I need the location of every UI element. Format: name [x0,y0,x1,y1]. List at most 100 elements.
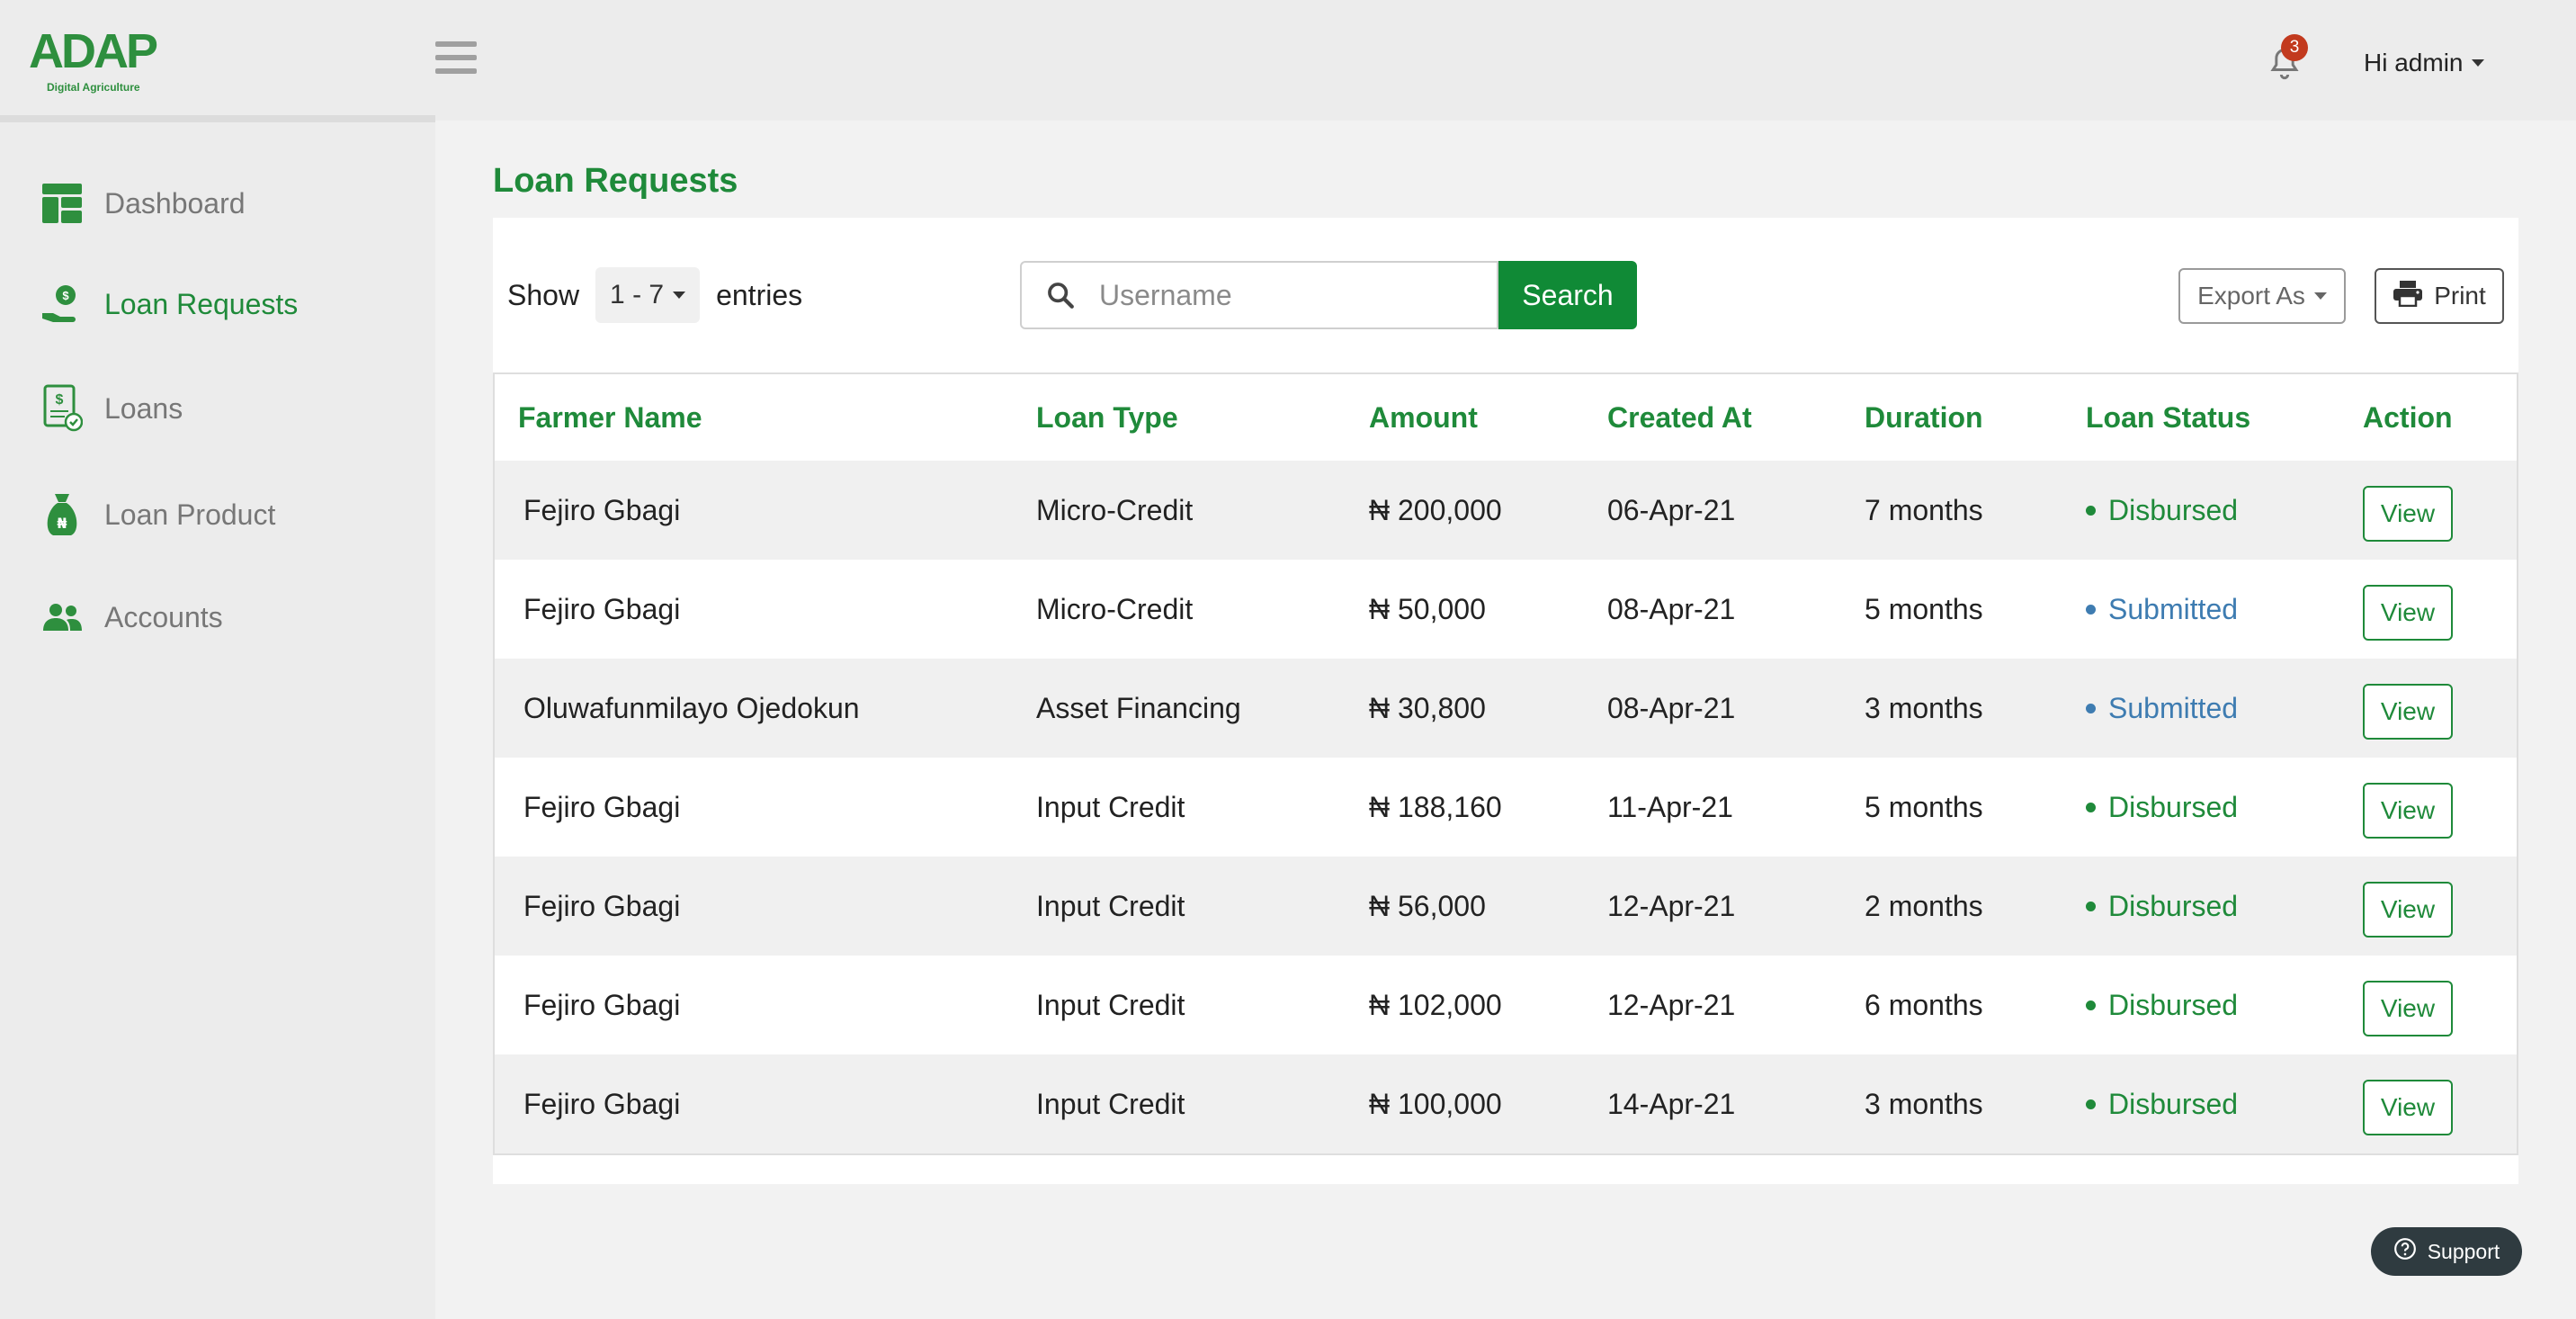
top-header: ADAP Digital Agriculture [0,0,2576,121]
users-icon [40,595,85,640]
column-header-farmer-name[interactable]: Farmer Name [495,374,1013,461]
duration-cell: 6 months [1865,988,1983,1021]
sidebar-item-label: Loans [104,391,183,425]
view-button[interactable]: View [2363,486,2453,542]
svg-text:$: $ [56,392,64,408]
user-greeting: Hi admin [2364,49,2464,76]
duration-cell: 7 months [1841,461,2062,560]
search-box [1020,261,1498,329]
entries-select[interactable]: 1 - 7 [595,267,701,323]
status-text: Disbursed [2108,988,2239,1021]
created-at-cell: 14-Apr-21 [1584,1054,1841,1153]
table-header-row: Farmer Name Loan Type Amount Created At … [495,374,2517,461]
export-as-dropdown[interactable]: Export As [2178,268,2346,324]
column-header-loan-status[interactable]: Loan Status [2062,374,2339,461]
duration-cell: 5 months [1865,790,1983,823]
loan-type-cell: Input Credit [1013,857,1346,956]
sidebar-item-loans[interactable]: $ Loans [40,380,417,437]
sidebar-item-dashboard[interactable]: Dashboard [40,175,417,232]
export-label: Export As [2197,282,2305,310]
action-cell: View [2339,857,2517,956]
user-menu-dropdown[interactable]: Hi admin [2364,45,2485,81]
loan-status-cell: Disbursed [2062,857,2339,956]
print-label: Print [2434,282,2486,310]
status-dot [2086,1000,2096,1010]
sidebar-item-label: Loan Product [104,498,276,531]
view-button[interactable]: View [2363,684,2453,740]
loan-type-cell: Input Credit [1013,1054,1346,1153]
loan-status-cell: Disbursed [2062,461,2339,560]
status-dot [2086,802,2096,812]
chevron-down-icon [673,292,686,299]
amount-cell: ₦ 56,000 [1346,857,1584,956]
status-text: Disbursed [2108,889,2239,922]
column-header-action: Action [2339,374,2517,461]
help-circle-icon [2393,1237,2417,1266]
status-badge: Submitted [2086,593,2339,626]
support-button[interactable]: Support [2371,1227,2522,1276]
search-input[interactable] [1099,278,1477,312]
duration-cell: 5 months [1865,592,1983,625]
view-button[interactable]: View [2363,1080,2453,1135]
loan-type-cell: Input Credit [1036,790,1185,823]
logo-tagline: Digital Agriculture [47,81,140,94]
search-button[interactable]: Search [1498,261,1637,329]
created-at-cell: 12-Apr-21 [1584,857,1841,956]
sidebar-item-accounts[interactable]: Accounts [40,588,417,646]
table-row: Fejiro Gbagi Input Credit ₦ 188,160 11-A… [495,758,2517,857]
print-button[interactable]: Print [2375,268,2504,324]
sidebar-item-loan-requests[interactable]: $ Loan Requests [40,275,417,333]
loan-status-cell: Submitted [2062,659,2339,758]
search-icon [1022,280,1099,310]
loan-type-cell: Asset Financing [1013,659,1346,758]
money-bag-icon: ₦ [40,492,85,537]
column-header-loan-type[interactable]: Loan Type [1013,374,1346,461]
view-button[interactable]: View [2363,981,2453,1036]
action-cell: View [2339,659,2517,758]
loan-type-cell: Input Credit [1036,988,1185,1021]
loan-request-icon: $ [40,282,85,327]
farmer-name-cell: Fejiro Gbagi [523,790,681,823]
loan-type-cell: Micro-Credit [1013,461,1346,560]
farmer-name-cell: Fejiro Gbagi [495,461,1013,560]
farmer-name-cell: Fejiro Gbagi [523,592,681,625]
column-header-created-at[interactable]: Created At [1584,374,1841,461]
amount-cell: ₦ 30,800 [1346,659,1584,758]
column-header-duration[interactable]: Duration [1841,374,2062,461]
page-title: Loan Requests [493,162,738,200]
status-text: Submitted [2108,691,2239,724]
entries-label: entries [716,278,803,311]
loan-requests-table: Farmer Name Loan Type Amount Created At … [493,372,2518,1155]
table-row: Fejiro Gbagi Micro-Credit ₦ 200,000 06-A… [495,461,2517,560]
status-text: Disbursed [2108,790,2239,823]
logo-text: ADAP [29,24,158,78]
status-dot [2086,505,2096,516]
amount-cell: ₦ 200,000 [1346,461,1584,560]
notification-count-badge: 3 [2281,34,2308,61]
duration-cell: 3 months [1841,659,2062,758]
svg-text:₦: ₦ [57,515,67,532]
hamburger-menu-icon[interactable] [435,41,477,79]
status-badge: Disbursed [2086,989,2339,1022]
svg-text:$: $ [62,289,69,302]
amount-cell: ₦ 50,000 [1369,592,1486,625]
status-dot [2086,703,2096,713]
status-badge: Disbursed [2086,890,2339,923]
loan-status-cell: Disbursed [2062,1054,2339,1153]
adap-logo[interactable]: ADAP Digital Agriculture [29,27,160,95]
duration-cell: 3 months [1841,1054,2062,1153]
column-header-amount[interactable]: Amount [1346,374,1584,461]
entries-value: 1 - 7 [610,280,665,310]
status-text: Submitted [2108,592,2239,625]
status-badge: Disbursed [2086,791,2339,824]
entries-control: Show 1 - 7 entries [507,266,802,324]
action-cell: View [2339,461,2517,560]
amount-cell: ₦ 100,000 [1346,1054,1584,1153]
view-button[interactable]: View [2363,783,2453,839]
sidebar-item-label: Dashboard [104,186,246,220]
sidebar-item-label: Loan Requests [104,287,299,320]
sidebar-item-loan-product[interactable]: ₦ Loan Product [40,486,417,543]
table-row: Fejiro Gbagi Input Credit ₦ 102,000 12-A… [495,956,2517,1054]
view-button[interactable]: View [2363,882,2453,938]
view-button[interactable]: View [2363,585,2453,641]
